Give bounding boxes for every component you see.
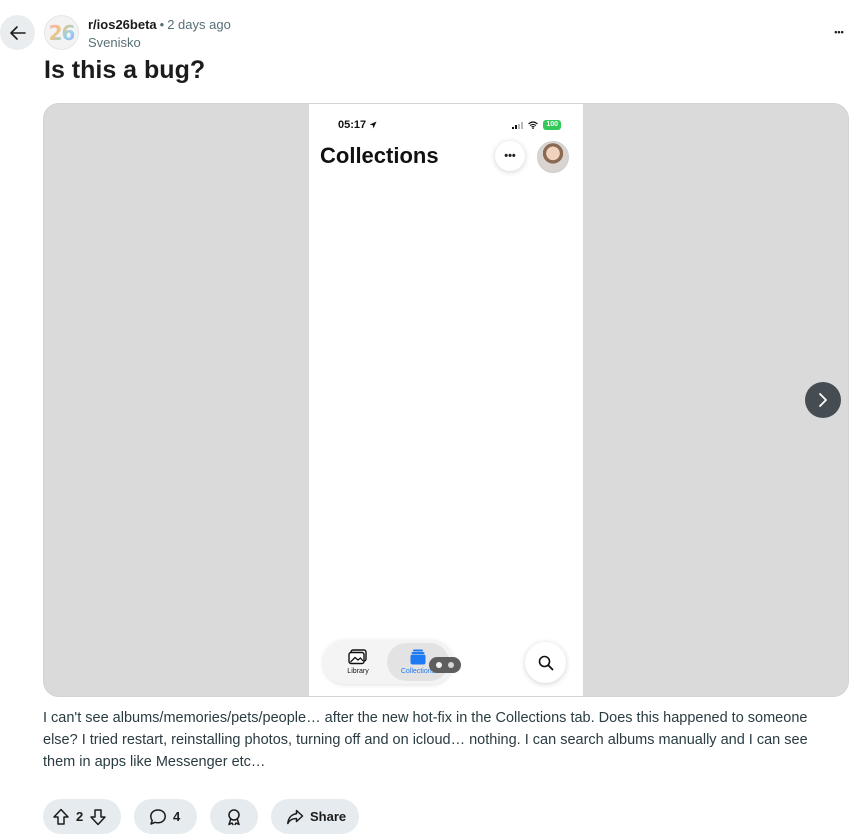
phone-search-button (525, 642, 566, 683)
share-arrow-icon (287, 809, 304, 824)
screenshot-image: 05:17 100 Collections ••• Library Collec… (309, 104, 583, 696)
phone-status-icons: 100 (512, 120, 561, 130)
upvote-icon[interactable] (52, 808, 70, 826)
comment-bubble-icon (150, 808, 166, 825)
photos-library-icon (348, 649, 367, 665)
post-media-gallery[interactable]: 05:17 100 Collections ••• Library Collec… (43, 103, 849, 697)
vote-control: 2 (43, 799, 121, 834)
back-button[interactable] (0, 15, 35, 50)
post-body-text: I can't see albums/memories/pets/people…… (43, 710, 808, 770)
downvote-icon[interactable] (89, 808, 107, 826)
meta-separator: • (159, 17, 165, 32)
chevron-right-icon (819, 393, 827, 407)
wifi-icon (528, 121, 539, 129)
post-title: Is this a bug? (44, 56, 206, 84)
more-options-icon: ••• (834, 27, 844, 37)
phone-toggle-pill (429, 657, 461, 673)
post-age: 2 days ago (167, 17, 231, 32)
search-icon (538, 655, 553, 670)
signal-icon (512, 121, 524, 129)
share-button[interactable]: Share (271, 799, 359, 834)
subreddit-link[interactable]: r/ios26beta (88, 17, 157, 32)
arrow-left-icon (9, 25, 26, 40)
collections-icon (410, 649, 426, 665)
tab-library: Library (331, 643, 385, 681)
post-meta: r/ios26beta • 2 days ago (88, 17, 231, 32)
location-arrow-icon (369, 121, 377, 129)
comments-button[interactable]: 4 (134, 799, 197, 834)
phone-page-title: Collections (320, 143, 439, 168)
share-label: Share (310, 809, 347, 824)
award-icon (228, 808, 240, 825)
author-link[interactable]: Svenisko (88, 35, 141, 50)
phone-status-time: 05:17 (338, 119, 377, 131)
subreddit-icon-text: 26 (48, 20, 76, 45)
phone-more-icon: ••• (495, 141, 525, 171)
more-options-button[interactable]: ••• (826, 20, 852, 44)
subreddit-icon[interactable]: 26 (44, 15, 79, 50)
post-action-bar: 2 4 Share (43, 799, 443, 834)
tab-library-label: Library (347, 668, 369, 675)
battery-indicator: 100 (543, 120, 561, 130)
phone-profile-avatar (537, 141, 569, 173)
next-image-button[interactable] (805, 382, 841, 418)
vote-count: 2 (76, 809, 84, 824)
comment-count: 4 (173, 809, 181, 824)
award-button[interactable] (210, 799, 258, 834)
